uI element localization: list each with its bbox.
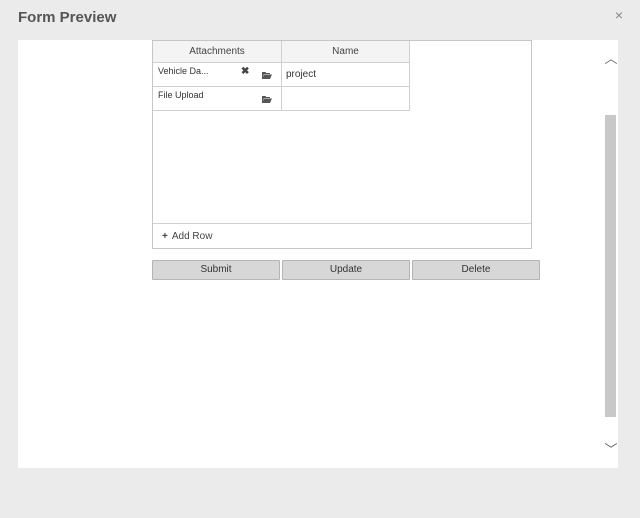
folder-open-icon[interactable]: [262, 96, 272, 103]
folder-open-icon[interactable]: [262, 72, 272, 79]
delete-button[interactable]: Delete: [412, 260, 540, 280]
column-header-name[interactable]: Name: [282, 41, 410, 62]
add-row-button[interactable]: + Add Row: [162, 231, 212, 242]
plus-icon: +: [162, 231, 168, 242]
chevron-up-icon[interactable]: ︿: [604, 52, 618, 66]
update-button[interactable]: Update: [282, 260, 410, 280]
submit-button[interactable]: Submit: [152, 260, 280, 280]
attachment-file-name: Vehicle Da...: [158, 66, 209, 76]
name-cell[interactable]: [282, 87, 410, 110]
add-row-label: Add Row: [171, 231, 213, 242]
table-row: Vehicle Da... ✖ project: [153, 63, 410, 87]
grid-header: Attachments Name: [153, 41, 410, 63]
table-row: File Upload: [153, 87, 410, 111]
close-icon[interactable]: ×: [612, 7, 626, 23]
attachment-file-name: File Upload: [158, 90, 204, 100]
form-content: Attachments Name Vehicle Da... ✖ project…: [18, 40, 604, 468]
attachment-cell[interactable]: Vehicle Da... ✖: [153, 63, 282, 86]
column-header-attachments[interactable]: Attachments: [153, 41, 282, 62]
form-preview-dialog: Form Preview × Attachments Name Vehicle …: [0, 0, 640, 518]
grid-footer: + Add Row: [153, 223, 531, 248]
vertical-scrollbar[interactable]: ︿ ﹀: [604, 40, 618, 468]
dialog-title: Form Preview: [18, 9, 117, 26]
chevron-down-icon[interactable]: ﹀: [604, 443, 618, 457]
remove-attachment-icon[interactable]: ✖: [241, 66, 249, 77]
attachment-cell[interactable]: File Upload: [153, 87, 282, 110]
name-cell[interactable]: project: [282, 63, 410, 86]
scrollbar-thumb[interactable]: [605, 115, 616, 417]
attachments-grid: Attachments Name Vehicle Da... ✖ project…: [152, 40, 532, 249]
